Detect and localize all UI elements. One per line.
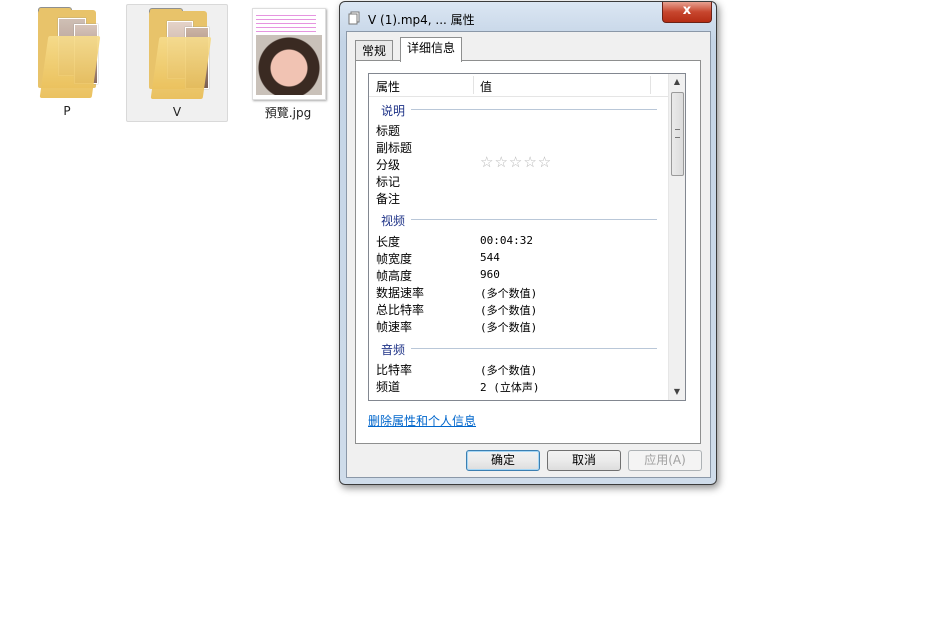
- scrollbar-thumb[interactable]: [671, 92, 684, 176]
- ok-button[interactable]: 确定: [466, 450, 540, 471]
- remove-properties-link[interactable]: 删除属性和个人信息: [368, 412, 476, 429]
- property-value: 544: [480, 251, 500, 264]
- group-header-video: 视频: [381, 214, 406, 228]
- scroll-down-arrow-icon[interactable]: ▼: [669, 384, 685, 400]
- property-label: 副标题: [376, 141, 413, 155]
- property-label: 标题: [376, 124, 401, 138]
- vertical-scrollbar[interactable]: ▲ ▼: [668, 74, 685, 400]
- property-label: 帧宽度: [376, 252, 413, 266]
- folder-icon: [38, 7, 101, 100]
- rating-stars[interactable]: ☆☆☆☆☆: [480, 153, 552, 171]
- property-label: 数据速率: [376, 286, 425, 300]
- property-label: 标记: [376, 175, 401, 189]
- folder-item-v[interactable]: V: [126, 4, 228, 122]
- folder-icon: [149, 8, 212, 101]
- image-file-item[interactable]: 預覽.jpg: [237, 4, 339, 122]
- image-thumbnail: [252, 8, 326, 100]
- close-button[interactable]: x: [662, 2, 712, 23]
- folder-label: V: [172, 105, 182, 119]
- dialog-title: V (1).mp4, ... 属性: [368, 13, 475, 27]
- column-header-value[interactable]: 值: [480, 78, 492, 95]
- apply-button[interactable]: 应用(A): [628, 450, 702, 471]
- property-label: 帧高度: [376, 269, 413, 283]
- property-label: 帧速率: [376, 320, 413, 334]
- property-value: 00:04:32: [480, 234, 533, 247]
- property-label: 总比特率: [376, 303, 425, 317]
- folder-item-p[interactable]: P: [16, 4, 118, 122]
- property-value: (多个数值): [480, 287, 538, 300]
- property-label: 频道: [376, 380, 401, 394]
- property-value: (多个数值): [480, 321, 538, 334]
- property-value: (多个数值): [480, 364, 538, 377]
- tab-general[interactable]: 常规: [355, 40, 394, 61]
- folder-label: P: [63, 104, 71, 118]
- scroll-up-arrow-icon[interactable]: ▲: [669, 74, 685, 90]
- cancel-button[interactable]: 取消: [547, 450, 621, 471]
- property-value: 960: [480, 268, 500, 281]
- group-header-description: 说明: [381, 104, 406, 118]
- property-label: 长度: [376, 235, 401, 249]
- file-label: 預覽.jpg: [264, 106, 312, 120]
- group-header-audio: 音频: [381, 343, 406, 357]
- property-list[interactable]: 属性 值 说明 标题 副标题 分级 ☆☆☆☆☆ 标记 备注 视频 长度 00:0…: [368, 73, 686, 401]
- details-panel: 属性 值 说明 标题 副标题 分级 ☆☆☆☆☆ 标记 备注 视频 长度 00:0…: [355, 60, 701, 444]
- list-header: 属性 值: [369, 74, 669, 97]
- dialog-client-area: 常规 详细信息 属性 值 说明 标题 副标题 分级 ☆☆☆☆☆ 标记 备注 视频…: [346, 31, 711, 478]
- property-label: 比特率: [376, 363, 413, 377]
- tab-details[interactable]: 详细信息: [400, 37, 463, 62]
- properties-dialog: V (1).mp4, ... 属性 x 常规 详细信息 属性 值 说明 标题 副…: [339, 1, 717, 485]
- column-header-property[interactable]: 属性: [376, 78, 400, 95]
- property-value: 2 (立体声): [480, 381, 540, 394]
- property-value: (多个数值): [480, 304, 538, 317]
- document-icon: [348, 11, 362, 25]
- property-label: 备注: [376, 192, 401, 206]
- property-label: 分级: [376, 158, 401, 172]
